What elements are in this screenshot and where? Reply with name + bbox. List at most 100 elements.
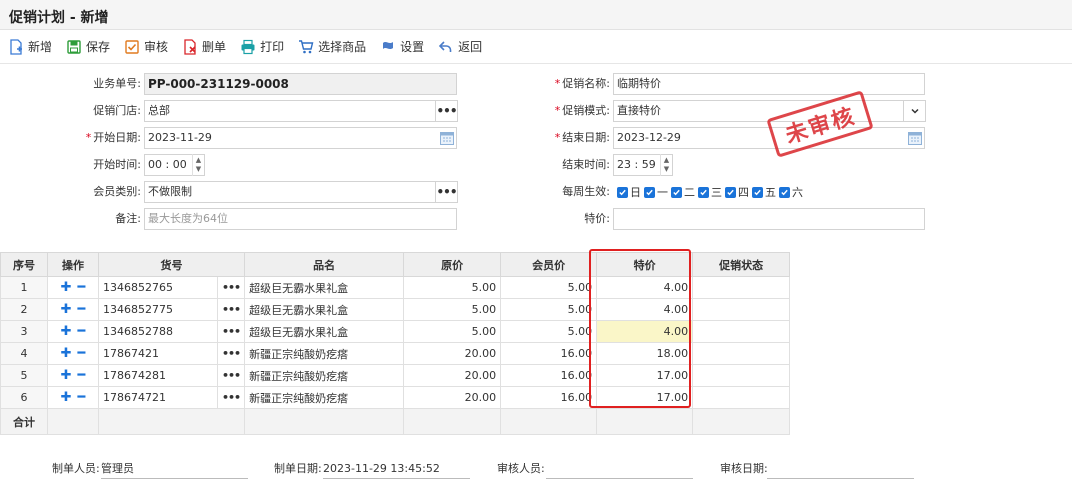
- checkbox-checked-icon[interactable]: [698, 186, 709, 198]
- remove-row-icon[interactable]: ━: [78, 280, 86, 295]
- special-price-cell[interactable]: 4.00: [596, 276, 694, 299]
- start-time-spinner[interactable]: ▲ ▼: [192, 154, 204, 176]
- member-price-cell: 16.00: [500, 364, 598, 387]
- row-index: 3: [0, 320, 48, 343]
- store-field[interactable]: 总部: [144, 100, 436, 122]
- print-button-label: 打印: [260, 40, 285, 54]
- audit-button[interactable]: 审核: [124, 35, 168, 59]
- col-header-ops: 操作: [47, 252, 99, 277]
- special-price-cell[interactable]: 17.00: [596, 364, 694, 387]
- orig-price-cell: 5.00: [403, 320, 502, 343]
- weekday-option[interactable]: 日: [617, 184, 641, 200]
- weekday-label: 四: [738, 186, 749, 199]
- table-row[interactable]: 1 ✚ ━ 1346852765 ••• 超级巨无霸水果礼盒 5.00 5.00 4.00: [0, 276, 791, 299]
- promo-name-input[interactable]: 临期特价: [613, 73, 925, 95]
- title-bar: 促销计划 - 新增: [0, 0, 1072, 30]
- start-date-label: * 开始日期:: [60, 127, 141, 149]
- remove-row-icon[interactable]: ━: [78, 302, 86, 317]
- table-row[interactable]: 5 ✚ ━ 178674281 ••• 新疆正宗纯酸奶疙瘩 20.00 16.00 17.00: [0, 364, 791, 387]
- weekly-label: 每周生效:: [562, 185, 610, 198]
- table-row[interactable]: 2 ✚ ━ 1346852775 ••• 超级巨无霸水果礼盒 5.00 5.00 4.00: [0, 298, 791, 321]
- weekday-option[interactable]: 一: [644, 184, 668, 200]
- weekday-checkboxes: 日一二三 四 五六: [617, 181, 806, 203]
- special-price-cell[interactable]: 4.00: [596, 298, 694, 321]
- new-doc-icon: [10, 38, 22, 55]
- orig-price-cell: 20.00: [403, 342, 502, 365]
- remove-row-icon[interactable]: ━: [78, 346, 86, 361]
- remark-input[interactable]: 最大长度为64位: [144, 208, 457, 230]
- required-mark: *: [85, 131, 92, 144]
- checkbox-checked-icon[interactable]: [617, 186, 628, 198]
- goods-picker-button[interactable]: •••: [216, 386, 246, 409]
- weekday-option[interactable]: 二: [671, 184, 695, 200]
- special-price-cell[interactable]: 18.00: [596, 342, 694, 365]
- store-picker-button[interactable]: •••: [436, 100, 458, 122]
- remove-row-icon[interactable]: ━: [78, 390, 86, 405]
- col-header-orig: 原价: [403, 252, 502, 277]
- page-title: 促销计划 - 新增: [9, 10, 109, 26]
- col-header-name: 品名: [244, 252, 405, 277]
- goods-picker-button[interactable]: •••: [216, 298, 246, 321]
- weekday-label: 五: [765, 186, 776, 199]
- orig-price-cell: 20.00: [403, 386, 502, 409]
- checkbox-checked-icon[interactable]: [671, 186, 682, 198]
- back-button[interactable]: 返回: [438, 35, 482, 59]
- goods-picker-button[interactable]: •••: [216, 276, 246, 299]
- goods-code-cell[interactable]: 178674281: [98, 364, 218, 387]
- print-button[interactable]: 打印: [240, 35, 284, 59]
- weekday-option[interactable]: 六: [779, 184, 803, 200]
- promo-name-label-text: 促销名称:: [562, 77, 610, 90]
- add-row-icon[interactable]: ✚: [61, 368, 72, 383]
- checkbox-checked-icon[interactable]: [725, 186, 736, 198]
- checkbox-checked-icon[interactable]: [779, 186, 790, 198]
- table-row[interactable]: 3 ✚ ━ 1346852788 ••• 超级巨无霸水果礼盒 5.00 5.00 4.00: [0, 320, 791, 343]
- orig-price-cell: 20.00: [403, 364, 502, 387]
- table-row[interactable]: 6 ✚ ━ 178674721 ••• 新疆正宗纯酸奶疙瘩 20.00 16.00 17.00: [0, 386, 791, 409]
- special-price-cell[interactable]: 17.00: [596, 386, 694, 409]
- remove-row-icon[interactable]: ━: [78, 324, 86, 339]
- weekday-option[interactable]: 三: [698, 184, 722, 200]
- calendar-icon: [440, 132, 454, 145]
- add-row-icon[interactable]: ✚: [61, 346, 72, 361]
- member-type-picker-button[interactable]: •••: [436, 181, 458, 203]
- delete-button[interactable]: 删单: [182, 35, 226, 59]
- add-row-icon[interactable]: ✚: [61, 390, 72, 405]
- goods-code-cell[interactable]: 1346852765: [98, 276, 218, 299]
- goods-picker-button[interactable]: •••: [216, 364, 246, 387]
- orig-price-cell: 5.00: [403, 276, 502, 299]
- goods-picker-button[interactable]: •••: [216, 320, 246, 343]
- new-button[interactable]: 新增: [8, 35, 52, 59]
- col-header-status: 促销状态: [692, 252, 791, 277]
- member-type-label: 会员类别:: [93, 185, 141, 198]
- start-date-field[interactable]: 2023-11-29: [144, 127, 457, 149]
- checkbox-checked-icon[interactable]: [752, 186, 763, 198]
- save-button[interactable]: 保存: [66, 35, 110, 59]
- special-price-input[interactable]: [613, 208, 925, 230]
- table-row[interactable]: 4 ✚ ━ 17867421 ••• 新疆正宗纯酸奶疙瘩 20.00 16.00 18.00: [0, 342, 791, 365]
- special-price-cell[interactable]: 4.00: [596, 320, 694, 343]
- promo-mode-dropdown-button[interactable]: [904, 100, 926, 122]
- checkbox-checked-icon[interactable]: [644, 186, 655, 198]
- goods-code-cell[interactable]: 1346852775: [98, 298, 218, 321]
- weekday-option[interactable]: 四: [725, 184, 749, 200]
- start-date-calendar-icon[interactable]: [437, 127, 457, 149]
- settings-button[interactable]: 设置: [380, 35, 424, 59]
- goods-code-cell[interactable]: 1346852788: [98, 320, 218, 343]
- end-date-label: * 结束日期:: [530, 127, 610, 149]
- end-date-calendar-icon[interactable]: [905, 127, 925, 149]
- end-time-label: 结束时间:: [562, 158, 610, 171]
- col-header-member: 会员价: [500, 252, 598, 277]
- goods-code-cell[interactable]: 17867421: [98, 342, 218, 365]
- weekday-option[interactable]: 五: [752, 184, 776, 200]
- select-goods-button[interactable]: 选择商品: [298, 35, 366, 59]
- goods-code-cell[interactable]: 178674721: [98, 386, 218, 409]
- remove-row-icon[interactable]: ━: [78, 368, 86, 383]
- add-row-icon[interactable]: ✚: [61, 280, 72, 295]
- settings-button-label: 设置: [400, 40, 425, 54]
- member-type-field[interactable]: 不做限制: [144, 181, 436, 203]
- goods-name-cell: 新疆正宗纯酸奶疙瘩: [244, 364, 405, 387]
- add-row-icon[interactable]: ✚: [61, 302, 72, 317]
- add-row-icon[interactable]: ✚: [61, 324, 72, 339]
- goods-picker-button[interactable]: •••: [216, 342, 246, 365]
- end-time-spinner[interactable]: ▲ ▼: [660, 154, 672, 176]
